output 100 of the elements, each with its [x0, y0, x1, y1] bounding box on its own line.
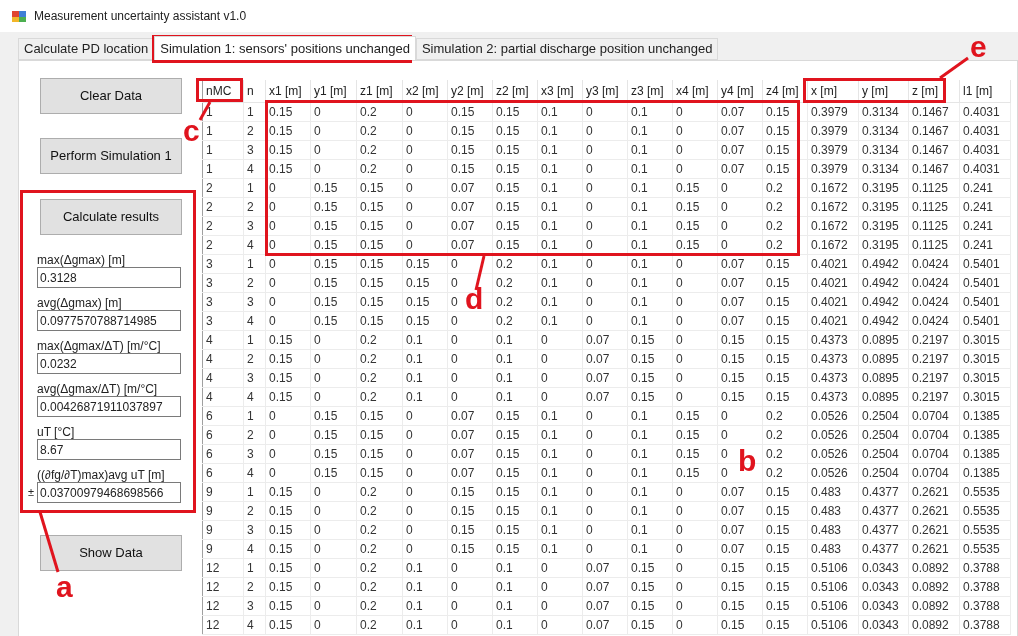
table-cell: 0.4942 — [858, 254, 909, 273]
table-cell: 0.07 — [717, 539, 763, 558]
table-cell: 0.15 — [492, 463, 538, 482]
result-field[interactable]: 0.0232 — [37, 353, 181, 374]
annotation-letter: c — [183, 116, 200, 146]
column-header[interactable]: x1 [m] — [265, 80, 311, 102]
table-cell: 0.1467 — [908, 159, 960, 178]
table-cell: 0.3015 — [959, 387, 1011, 406]
table-cell: 0.1 — [627, 273, 673, 292]
table-cell: 0 — [582, 197, 628, 216]
table-cell: 0.15 — [492, 216, 538, 235]
table-cell: 0.2 — [356, 140, 403, 159]
result-field[interactable]: 0.0977570788714985 — [37, 310, 181, 331]
column-header[interactable]: l1 [m] — [959, 80, 1011, 102]
result-field[interactable]: 0.03700979468698566 — [37, 482, 181, 503]
column-header[interactable]: z1 [m] — [356, 80, 403, 102]
column-header[interactable]: x3 [m] — [537, 80, 583, 102]
clear-data-button[interactable]: Clear Data — [40, 78, 182, 114]
table-cell: 0.1 — [537, 121, 583, 140]
result-field[interactable]: 8.67 — [37, 439, 181, 460]
table-cell: 0 — [265, 311, 311, 330]
table-cell: 0.0895 — [858, 330, 909, 349]
column-header[interactable]: nMC — [202, 80, 244, 102]
show-data-button[interactable]: Show Data — [40, 535, 182, 571]
table-cell: 0.15 — [492, 520, 538, 539]
column-header[interactable]: z4 [m] — [762, 80, 808, 102]
table-cell: 0 — [310, 140, 357, 159]
table-cell: 0.4021 — [807, 273, 859, 292]
tab[interactable]: Calculate PD location — [18, 38, 155, 60]
table-cell: 0.15 — [265, 577, 311, 596]
perform-simulation-button[interactable]: Perform Simulation 1 — [40, 138, 182, 174]
calculate-results-button[interactable]: Calculate results — [40, 199, 182, 235]
column-header[interactable]: y [m] — [858, 80, 909, 102]
table-cell: 0.2 — [762, 444, 808, 463]
table-cell: 0.15 — [492, 539, 538, 558]
table-cell: 0.2 — [762, 216, 808, 235]
table-cell: 0.2621 — [908, 501, 960, 520]
table-cell: 0.0704 — [908, 425, 960, 444]
table-cell: 0.4373 — [807, 349, 859, 368]
table-cell: 0.15 — [356, 178, 403, 197]
table-cell: 0.4031 — [959, 140, 1011, 159]
field-label: max(Δgmax) [m] — [37, 253, 127, 267]
table-cell: 6 — [202, 406, 244, 425]
column-header[interactable]: n — [243, 80, 266, 102]
column-header[interactable]: x [m] — [807, 80, 859, 102]
column-header[interactable]: z2 [m] — [492, 80, 538, 102]
column-header[interactable]: y1 [m] — [310, 80, 357, 102]
tab[interactable]: Simulation 2: partial discharge position unchanged — [415, 38, 719, 60]
table-cell: 0 — [265, 254, 311, 273]
table-cell: 0.5535 — [959, 501, 1011, 520]
table-cell: 2 — [243, 349, 266, 368]
table-cell: 0 — [402, 159, 448, 178]
table-cell: 0.2 — [492, 292, 538, 311]
table-cell: 0.15 — [356, 216, 403, 235]
table-cell: 0.15 — [265, 558, 311, 577]
table-cell: 0.3195 — [858, 197, 909, 216]
table-cell: 0 — [265, 444, 311, 463]
table-cell: 0 — [447, 254, 493, 273]
column-header[interactable]: x4 [m] — [672, 80, 718, 102]
table-cell: 1 — [243, 254, 266, 273]
table-cell: 0 — [402, 102, 448, 121]
table-cell: 0 — [537, 387, 583, 406]
table-cell: 0.1672 — [807, 216, 859, 235]
app-icon — [12, 9, 26, 23]
table-cell: 0.15 — [492, 178, 538, 197]
table-cell: 0.07 — [447, 216, 493, 235]
table-cell: 0 — [265, 178, 311, 197]
table-cell: 4 — [202, 349, 244, 368]
table-cell: 0 — [582, 425, 628, 444]
table-cell: 0.15 — [672, 444, 718, 463]
table-cell: 0 — [717, 425, 763, 444]
table-cell: 0 — [717, 197, 763, 216]
tab[interactable]: Simulation 1: sensors' positions unchanged — [154, 36, 416, 60]
column-header[interactable]: y2 [m] — [447, 80, 493, 102]
table-cell: 0.0704 — [908, 406, 960, 425]
table-cell: 0.15 — [356, 463, 403, 482]
table-cell: 0 — [672, 387, 718, 406]
table-cell: 0 — [717, 178, 763, 197]
result-field[interactable]: 0.3128 — [37, 267, 181, 288]
table-cell: 0 — [447, 311, 493, 330]
table-cell: 0.1 — [537, 406, 583, 425]
table-cell: 0 — [672, 159, 718, 178]
table-cell: 1 — [243, 330, 266, 349]
table-cell: 12 — [202, 558, 244, 577]
column-header[interactable]: z [m] — [908, 80, 960, 102]
table-cell: 0.15 — [762, 501, 808, 520]
table-cell: 0.2197 — [908, 387, 960, 406]
column-header[interactable]: x2 [m] — [402, 80, 448, 102]
column-header[interactable]: y3 [m] — [582, 80, 628, 102]
table-cell: 0.15 — [265, 159, 311, 178]
table-cell: 1 — [202, 140, 244, 159]
table-cell: 0.2504 — [858, 425, 909, 444]
result-field[interactable]: 0.00426871911037897 — [37, 396, 181, 417]
column-header[interactable]: z3 [m] — [627, 80, 673, 102]
table-cell: 0.0343 — [858, 615, 909, 634]
table-cell: 0.15 — [492, 501, 538, 520]
table-cell: 0 — [447, 596, 493, 615]
table-cell: 0.15 — [717, 349, 763, 368]
table-cell: 0.15 — [356, 406, 403, 425]
column-header[interactable]: y4 [m] — [717, 80, 763, 102]
